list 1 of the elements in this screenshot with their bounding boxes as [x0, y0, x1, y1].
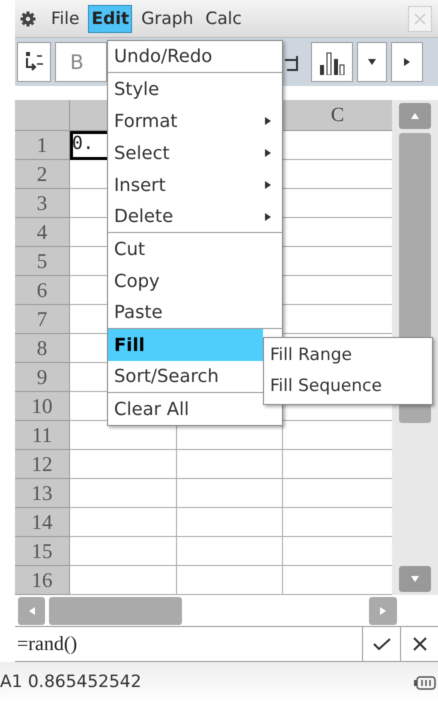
status-text: A1 0.865452542 — [0, 671, 142, 694]
